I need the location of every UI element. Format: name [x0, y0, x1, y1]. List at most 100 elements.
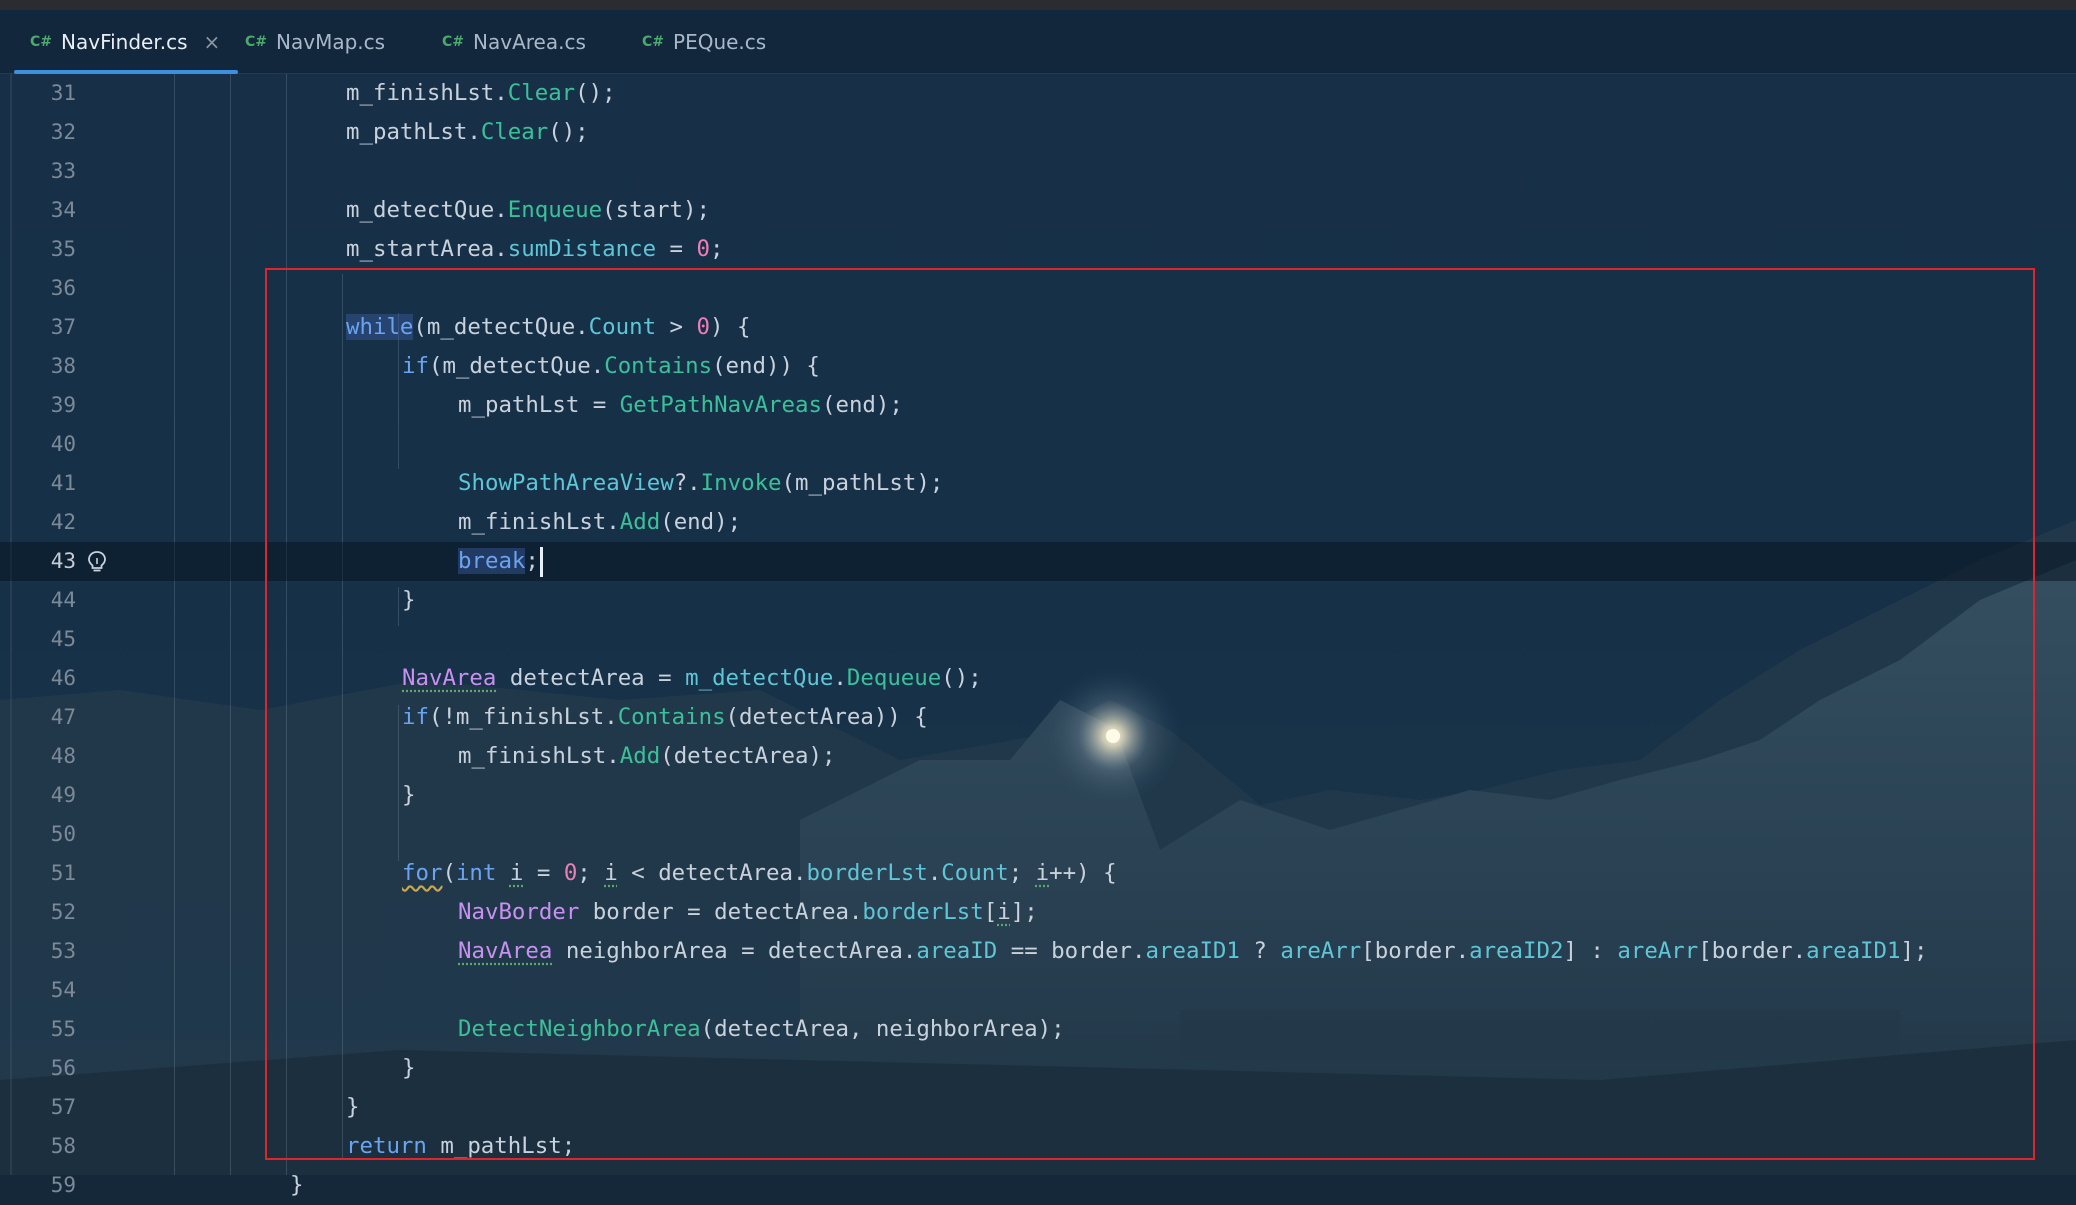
line-number: 34 — [50, 198, 76, 222]
code-text[interactable]: while(m_detectQue.Count > 0) { — [346, 308, 750, 347]
code-text[interactable]: for(int i = 0; i < detectArea.borderLst.… — [402, 854, 1117, 893]
code-token: detectArea = — [496, 665, 686, 691]
code-token: Contains — [604, 353, 713, 379]
csharp-file-icon: C# — [642, 33, 665, 50]
code-token: i — [997, 899, 1011, 925]
code-line[interactable]: 47 if(!m_finishLst.Contains(detectArea)) … — [0, 698, 2076, 737]
code-text[interactable]: NavBorder border = detectArea.borderLst[… — [458, 893, 1038, 932]
code-token: sumDistance — [507, 236, 657, 262]
code-line[interactable]: 38 if(m_detectQue.Contains(end)) { — [0, 347, 2076, 386]
code-line[interactable]: 45 — [0, 620, 2076, 659]
code-line[interactable]: 54 — [0, 971, 2076, 1010]
code-line[interactable]: 35 m_startArea.sumDistance = 0; — [0, 230, 2076, 269]
code-text[interactable]: break; — [458, 542, 543, 581]
code-token: Dequeue — [846, 665, 942, 691]
code-line[interactable]: 41 ShowPathAreaView?.Invoke(m_pathLst); — [0, 464, 2076, 503]
code-text[interactable]: m_detectQue.Enqueue(start); — [346, 191, 710, 230]
line-number: 53 — [50, 939, 76, 963]
code-line[interactable]: 49} — [0, 776, 2076, 815]
code-token: ( — [442, 860, 456, 886]
code-token: (end)) { — [712, 353, 820, 379]
code-token: m_finishLst. — [458, 509, 620, 535]
code-token: ; — [577, 860, 605, 886]
code-line[interactable]: 58 return m_pathLst; — [0, 1127, 2076, 1166]
close-icon[interactable]: × — [204, 30, 221, 54]
code-token: m_pathLst = — [458, 392, 620, 418]
code-text[interactable]: if(m_detectQue.Contains(end)) { — [402, 347, 820, 386]
code-token: ) { — [710, 314, 751, 340]
code-text[interactable]: m_finishLst.Clear(); — [346, 74, 616, 113]
code-line[interactable]: 37 while(m_detectQue.Count > 0) { — [0, 308, 2076, 347]
line-number: 50 — [50, 822, 76, 846]
line-number: 54 — [50, 978, 76, 1002]
code-token: (); — [941, 665, 982, 691]
code-text[interactable]: DetectNeighborArea(detectArea, neighborA… — [458, 1010, 1065, 1049]
code-line[interactable]: 42 m_finishLst.Add(end); — [0, 503, 2076, 542]
code-line[interactable]: 59} — [0, 1166, 2076, 1205]
code-text[interactable]: NavArea detectArea = m_detectQue.Dequeue… — [402, 659, 982, 698]
code-line[interactable]: 32 m_pathLst.Clear(); — [0, 113, 2076, 152]
code-text[interactable]: m_pathLst.Clear(); — [346, 113, 589, 152]
line-number: 48 — [50, 744, 76, 768]
code-text[interactable]: if(!m_finishLst.Contains(detectArea)) { — [402, 698, 928, 737]
code-token: (); — [575, 80, 616, 106]
tab-navmap[interactable]: C# NavMap.cs — [245, 10, 385, 73]
code-line[interactable]: 57} — [0, 1088, 2076, 1127]
code-line[interactable]: 56} — [0, 1049, 2076, 1088]
code-text[interactable]: return m_pathLst; — [346, 1127, 575, 1166]
code-token: while — [346, 314, 414, 340]
code-editor[interactable]: 31 m_finishLst.Clear(); 32 m_pathLst.Clear… — [0, 74, 2076, 1198]
code-token: [border. — [1361, 938, 1470, 964]
tab-navarea[interactable]: C# NavArea.cs — [442, 10, 586, 73]
code-line[interactable]: 46 NavArea detectArea = m_detectQue.Deque… — [0, 659, 2076, 698]
code-line[interactable]: 53 NavArea neighborArea = detectArea.area… — [0, 932, 2076, 971]
code-text[interactable]: NavArea neighborArea = detectArea.areaID… — [458, 932, 1927, 971]
code-line[interactable]: 39 m_pathLst = GetPathNavAreas(end); — [0, 386, 2076, 425]
line-number: 36 — [50, 276, 76, 300]
tab-label: NavFinder.cs — [61, 29, 188, 54]
code-token: if — [402, 353, 429, 379]
line-number: 32 — [50, 120, 76, 144]
code-text[interactable]: ShowPathAreaView?.Invoke(m_pathLst); — [458, 464, 943, 503]
tab-navfinder[interactable]: C# NavFinder.cs × — [13, 10, 239, 74]
code-token: Contains — [617, 704, 726, 730]
code-text[interactable]: } — [290, 1166, 303, 1205]
code-token: return — [346, 1133, 427, 1159]
lightbulb-icon[interactable] — [86, 550, 108, 574]
code-text[interactable]: } — [402, 1049, 415, 1088]
code-line-current[interactable]: 43 break; — [0, 542, 2076, 581]
code-line[interactable]: 31 m_finishLst.Clear(); — [0, 74, 2076, 113]
code-line[interactable]: 40 — [0, 425, 2076, 464]
code-line[interactable]: 36 — [0, 269, 2076, 308]
code-text[interactable]: } — [346, 1088, 359, 1127]
code-token: (m_pathLst); — [781, 470, 944, 496]
code-token: if — [402, 704, 429, 730]
code-line[interactable]: 44} — [0, 581, 2076, 620]
code-line[interactable]: 55 DetectNeighborArea(detectArea, neighbo… — [0, 1010, 2076, 1049]
code-text[interactable]: m_finishLst.Add(detectArea); — [458, 737, 835, 776]
code-token: for — [402, 860, 443, 886]
code-line[interactable]: 51 for(int i = 0; i < detectArea.borderLs… — [0, 854, 2076, 893]
code-token: Add — [619, 743, 661, 769]
code-text[interactable]: m_finishLst.Add(end); — [458, 503, 741, 542]
line-number: 43 — [50, 549, 76, 573]
code-line[interactable]: 50 — [0, 815, 2076, 854]
code-token: ; — [525, 548, 539, 574]
code-token: ]; — [1900, 938, 1928, 964]
tab-peque[interactable]: C# PEQue.cs — [642, 10, 766, 73]
tab-label: NavArea.cs — [473, 29, 586, 54]
editor-tab-bar: C# NavFinder.cs × C# NavMap.cs C# NavAre… — [0, 10, 2076, 74]
code-token: areaID1 — [1145, 938, 1240, 964]
code-text[interactable]: } — [402, 776, 415, 815]
code-line[interactable]: 48 m_finishLst.Add(detectArea); — [0, 737, 2076, 776]
code-text[interactable]: } — [402, 581, 415, 620]
code-line[interactable]: 33 — [0, 152, 2076, 191]
code-token: [ — [983, 899, 998, 925]
code-text[interactable]: m_startArea.sumDistance = 0; — [346, 230, 723, 269]
code-text[interactable]: m_pathLst = GetPathNavAreas(end); — [458, 386, 903, 425]
code-line[interactable]: 34 m_detectQue.Enqueue(start); — [0, 191, 2076, 230]
code-line[interactable]: 52 NavBorder border = detectArea.borderLs… — [0, 893, 2076, 932]
code-token: (detectArea, neighborArea); — [700, 1016, 1065, 1042]
code-token: m_detectQue — [685, 665, 834, 691]
